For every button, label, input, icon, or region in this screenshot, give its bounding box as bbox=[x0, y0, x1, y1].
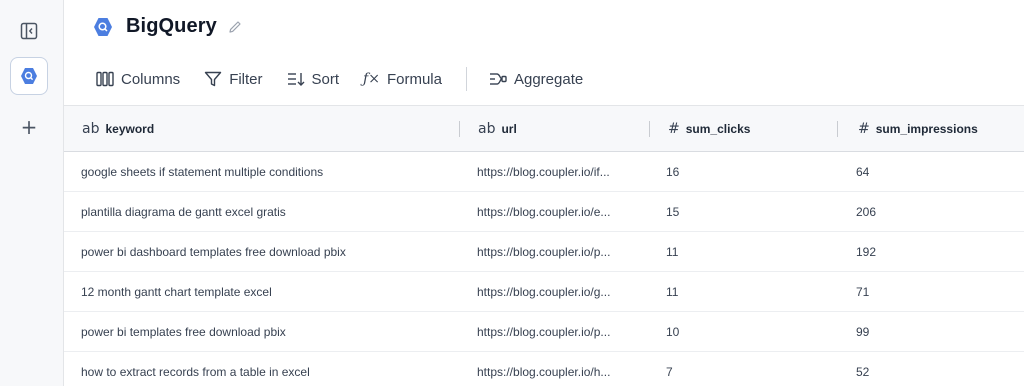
table-header: ab keyword ab url # sum_clicks # sum_imp… bbox=[64, 105, 1024, 152]
plus-icon: + bbox=[20, 115, 38, 139]
cell-sum-clicks[interactable]: 10 bbox=[666, 312, 679, 351]
cell-sum-impressions[interactable]: 52 bbox=[856, 352, 869, 386]
cell-sum-impressions[interactable]: 99 bbox=[856, 312, 869, 351]
cell-url[interactable]: https://blog.coupler.io/g... bbox=[477, 272, 610, 311]
bigquery-logo-icon bbox=[94, 17, 112, 36]
cell-sum-clicks[interactable]: 11 bbox=[666, 232, 678, 271]
table-row[interactable]: power bi templates free download pbix ht… bbox=[64, 312, 1024, 352]
table-row[interactable]: 12 month gantt chart template excel http… bbox=[64, 272, 1024, 312]
table-row[interactable]: power bi dashboard templates free downlo… bbox=[64, 232, 1024, 272]
columns-icon bbox=[96, 71, 114, 87]
column-header-sum-clicks[interactable]: # sum_clicks bbox=[668, 106, 750, 152]
cell-keyword[interactable]: power bi dashboard templates free downlo… bbox=[81, 232, 346, 271]
text-type-icon: ab bbox=[478, 121, 496, 137]
columns-label: Columns bbox=[121, 70, 181, 88]
aggregate-button[interactable]: Aggregate bbox=[489, 71, 583, 88]
cell-keyword[interactable]: google sheets if statement multiple cond… bbox=[81, 152, 323, 191]
cell-sum-impressions[interactable]: 206 bbox=[856, 192, 876, 231]
cell-sum-impressions[interactable]: 192 bbox=[856, 232, 876, 271]
cell-url[interactable]: https://blog.coupler.io/if... bbox=[477, 152, 610, 191]
title-row: BigQuery bbox=[92, 15, 243, 38]
cell-sum-clicks[interactable]: 7 bbox=[666, 352, 673, 386]
formula-button[interactable]: ƒ× Formula bbox=[363, 71, 442, 88]
cell-keyword[interactable]: how to extract records from a table in e… bbox=[81, 352, 310, 386]
sort-icon bbox=[287, 73, 305, 86]
column-resize-handle[interactable] bbox=[649, 121, 650, 137]
filter-label: Filter bbox=[229, 70, 263, 88]
cell-keyword[interactable]: power bi templates free download pbix bbox=[81, 312, 286, 351]
table-row[interactable]: plantilla diagrama de gantt excel gratis… bbox=[64, 192, 1024, 232]
number-type-icon: # bbox=[668, 121, 680, 137]
aggregate-icon bbox=[489, 73, 507, 85]
column-resize-handle[interactable] bbox=[837, 121, 838, 137]
page-title: BigQuery bbox=[126, 15, 217, 37]
column-header-sum-impressions[interactable]: # sum_impressions bbox=[858, 106, 978, 152]
column-header-keyword[interactable]: ab keyword bbox=[82, 106, 154, 152]
sidebar-collapse-icon bbox=[20, 22, 38, 40]
column-resize-handle[interactable] bbox=[459, 121, 460, 137]
formula-label: Formula bbox=[386, 70, 442, 88]
table-row[interactable]: google sheets if statement multiple cond… bbox=[64, 152, 1024, 192]
page-header: BigQuery Columns Filter Sort ƒ× Formula … bbox=[64, 0, 1024, 105]
data-table: ab keyword ab url # sum_clicks # sum_imp… bbox=[64, 105, 1024, 386]
cell-sum-clicks[interactable]: 16 bbox=[666, 152, 679, 191]
sidebar-toggle-button[interactable] bbox=[10, 12, 48, 50]
text-type-icon: ab bbox=[82, 121, 100, 137]
add-source-button[interactable]: + bbox=[10, 108, 48, 146]
cell-url[interactable]: https://blog.coupler.io/e... bbox=[477, 192, 610, 231]
table-row[interactable]: how to extract records from a table in e… bbox=[64, 352, 1024, 386]
left-rail: + bbox=[0, 0, 64, 386]
cell-sum-clicks[interactable]: 15 bbox=[666, 192, 679, 231]
formula-icon: ƒ× bbox=[363, 71, 380, 87]
number-type-icon: # bbox=[858, 121, 870, 137]
toolbar: Columns Filter Sort ƒ× Formula Aggregate bbox=[96, 66, 607, 92]
filter-button[interactable]: Filter bbox=[204, 70, 263, 88]
column-header-url[interactable]: ab url bbox=[478, 106, 517, 152]
columns-button[interactable]: Columns bbox=[96, 71, 180, 88]
sort-button[interactable]: Sort bbox=[287, 70, 340, 88]
cell-url[interactable]: https://blog.coupler.io/p... bbox=[477, 312, 610, 351]
cell-keyword[interactable]: plantilla diagrama de gantt excel gratis bbox=[81, 192, 286, 231]
bigquery-icon bbox=[21, 68, 37, 84]
cell-sum-clicks[interactable]: 11 bbox=[666, 272, 678, 311]
source-bigquery-button[interactable] bbox=[10, 57, 48, 95]
cell-sum-impressions[interactable]: 64 bbox=[856, 152, 869, 191]
cell-url[interactable]: https://blog.coupler.io/h... bbox=[477, 352, 610, 386]
cell-keyword[interactable]: 12 month gantt chart template excel bbox=[81, 272, 272, 311]
cell-url[interactable]: https://blog.coupler.io/p... bbox=[477, 232, 610, 271]
cell-sum-impressions[interactable]: 71 bbox=[856, 272, 869, 311]
toolbar-divider bbox=[465, 67, 467, 91]
aggregate-label: Aggregate bbox=[513, 70, 584, 88]
pencil-icon[interactable] bbox=[227, 19, 243, 35]
filter-icon bbox=[204, 71, 222, 87]
sort-label: Sort bbox=[311, 70, 340, 88]
